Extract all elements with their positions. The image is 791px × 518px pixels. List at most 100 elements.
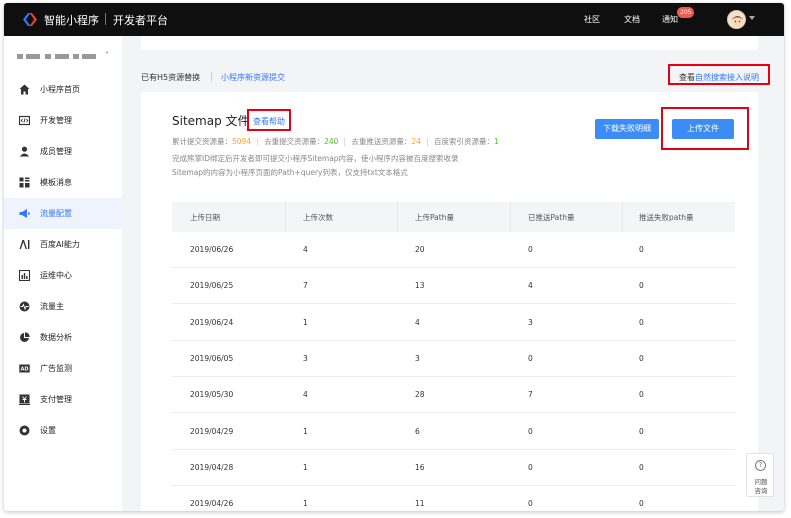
help-consult-button[interactable]: ? 问题 咨询 — [746, 453, 774, 497]
guide-prefix: 查看 — [679, 73, 695, 82]
sidebar-item-label: 小程序首页 — [40, 85, 80, 94]
sidebar-item-traffic[interactable]: 流量配置 — [4, 198, 122, 229]
table-cell: 0 — [639, 426, 644, 436]
table-cell: 4 — [415, 317, 420, 327]
table-cell: 0 — [528, 462, 533, 472]
notification-badge: 205 — [677, 7, 695, 18]
table-cell: 4 — [528, 281, 533, 291]
download-failures-button[interactable]: 下载失败明细 — [595, 119, 659, 139]
previous-section-card — [141, 36, 758, 50]
tab-h5-replace[interactable]: 已有H5资源替换 — [141, 72, 200, 83]
sitemap-description-1: 完成熊掌ID绑定后开发者即可提交小程序Sitemap内容，使小程序内容被百度搜索… — [172, 154, 459, 163]
tab-new-resource-submit[interactable]: 小程序新资源提交 — [221, 72, 285, 83]
table-cell: 0 — [639, 317, 644, 327]
sidebar-item-dev[interactable]: 开发管理 — [4, 105, 122, 136]
sidebar-item-analytics[interactable]: 数据分析 — [4, 322, 122, 353]
table-cell: 2019/06/24 — [190, 317, 234, 327]
sidebar-item-ai[interactable]: 百度AI能力 — [4, 229, 122, 260]
sidebar-item-label: 模板消息 — [40, 178, 72, 187]
table-row: 2019/06/26 4 20 0 0 — [172, 232, 735, 268]
sidebar-item-settings[interactable]: 设置 — [4, 415, 122, 446]
stat-label: 去重推送资源量： — [351, 137, 412, 146]
column-divider — [285, 202, 286, 232]
table-cell: 0 — [639, 245, 644, 254]
table-cell: 7 — [528, 390, 533, 400]
brand-divider — [105, 13, 106, 25]
sidebar-item-label: 百度AI能力 — [40, 240, 80, 249]
sidebar-item-members[interactable]: 成员管理 — [4, 136, 122, 167]
table-row: 2019/06/24 1 4 3 0 — [172, 304, 735, 341]
table-cell: 2019/06/05 — [190, 353, 234, 363]
table-row: 2019/06/25 7 13 4 0 — [172, 268, 735, 305]
highlight-box-upload — [661, 107, 749, 150]
chart-icon — [19, 270, 30, 281]
sidebar: ˅ 小程序首页 开发管理 成员管理 模板消息 流量配置 百度AI能力 运维中心 — [4, 36, 122, 511]
table-row: 2019/06/05 3 3 0 0 — [172, 340, 735, 377]
sitemap-description-2: Sitemap的内容为小程序页面的Path+query列表，仅支持txt文本格式 — [172, 168, 408, 177]
home-icon — [19, 84, 30, 95]
sidebar-item-label: 运维中心 — [40, 271, 72, 280]
app-window: 智能小程序 开发者平台 社区 文档 通知 205 ˅ 小程序首页 开发管理 成员… — [4, 3, 784, 511]
stat-value: 24 — [411, 137, 421, 146]
nav-docs-link[interactable]: 文档 — [624, 14, 640, 25]
table-cell: 3 — [303, 353, 308, 363]
sidebar-item-ads[interactable]: AD 广告监测 — [4, 353, 122, 384]
table-cell: 2019/06/25 — [190, 281, 234, 291]
table-cell: 7 — [303, 281, 308, 291]
avatar[interactable] — [727, 10, 746, 29]
table-cell: 28 — [415, 390, 425, 400]
table-row: 2019/04/26 1 11 0 0 — [172, 486, 735, 511]
nav-notifications-link[interactable]: 通知 — [662, 14, 678, 25]
nav-community-link[interactable]: 社区 — [584, 14, 600, 25]
column-divider — [397, 202, 398, 232]
code-icon — [19, 115, 30, 126]
column-divider — [510, 202, 511, 232]
account-menu-caret-icon[interactable] — [749, 16, 755, 20]
ai-icon — [19, 240, 30, 249]
stat-value: 240 — [324, 137, 339, 146]
sidebar-item-templates[interactable]: 模板消息 — [4, 167, 122, 198]
payment-icon — [19, 394, 30, 405]
table-row: 2019/05/30 4 28 7 0 — [172, 377, 735, 414]
account-switch-chevron-icon[interactable]: ˅ — [105, 51, 109, 60]
ad-icon: AD — [19, 364, 30, 373]
table-cell: 16 — [415, 462, 425, 472]
column-header: 推送失败path量 — [639, 213, 694, 222]
table-cell: 0 — [639, 353, 644, 363]
highlight-box-help — [247, 109, 291, 131]
stat-value: 5094 — [232, 137, 252, 146]
sidebar-item-label: 数据分析 — [40, 333, 72, 342]
stat-value: 1 — [493, 137, 499, 146]
sidebar-item-payment[interactable]: 支付管理 — [4, 384, 122, 415]
brand-name: 智能小程序 — [44, 14, 99, 27]
table-cell: 0 — [528, 353, 533, 363]
sidebar-item-label: 支付管理 — [40, 395, 72, 404]
table-cell: 3 — [415, 353, 420, 363]
sidebar-item-label: 开发管理 — [40, 116, 72, 125]
sidebar-item-ops[interactable]: 运维中心 — [4, 260, 122, 291]
table-cell: 13 — [415, 281, 425, 291]
sidebar-item-label: 设置 — [40, 426, 56, 435]
account-name-masked[interactable] — [17, 53, 112, 61]
column-header: 上传日期 — [190, 213, 220, 222]
column-header: 上传Path量 — [415, 213, 454, 222]
table-cell: 4 — [303, 390, 308, 400]
brand-subtitle: 开发者平台 — [113, 14, 168, 27]
stat-label: 百度索引资源量： — [433, 137, 494, 146]
column-header: 上传次数 — [303, 213, 333, 222]
sidebar-item-home[interactable]: 小程序首页 — [4, 74, 122, 105]
sidebar-item-traffic-owner[interactable]: 流量主 — [4, 291, 122, 322]
table-cell: 2019/04/26 — [190, 499, 234, 509]
question-icon: ? — [755, 460, 766, 471]
table-cell: 11 — [415, 499, 425, 509]
search-guide-link[interactable]: 自然搜索接入说明 — [695, 73, 759, 82]
table-cell: 0 — [528, 499, 533, 509]
pulse-icon — [19, 301, 30, 312]
column-divider — [622, 202, 623, 232]
tab-divider — [211, 72, 212, 81]
table-cell: 4 — [303, 245, 308, 254]
search-guide-link-wrap: 查看自然搜索接入说明 — [679, 72, 759, 83]
table-cell: 0 — [639, 462, 644, 472]
table-cell: 0 — [528, 245, 533, 254]
sitemap-card: Sitemap 文件 查看帮助 累计提交资源量：5094 去重提交资源量：240 去… — [141, 92, 758, 511]
